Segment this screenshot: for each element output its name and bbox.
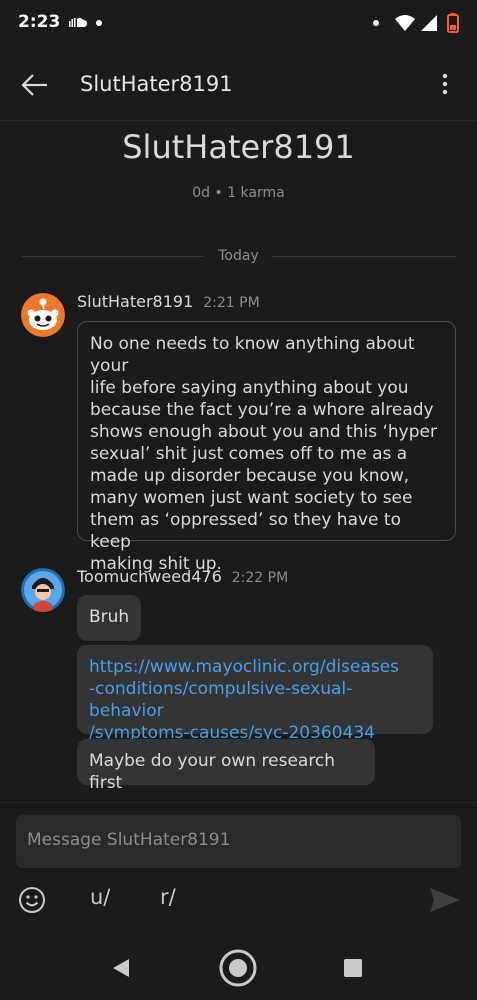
system-nav-bar [0,937,477,1000]
avatar[interactable] [21,293,65,337]
user-avatar-icon [21,568,65,612]
wifi-icon [395,15,415,31]
message-header: Toomuchweed476 2:22 PM [77,567,288,586]
profile-name[interactable]: SlutHater8191 [0,128,477,166]
message-time: 2:21 PM [203,295,260,311]
emoji-icon[interactable] [18,886,46,914]
avatar[interactable] [21,568,65,612]
nav-home-icon[interactable] [218,948,258,988]
soundcloud-icon [69,17,87,27]
message-link-line[interactable]: https://www.mayoclinic.org/diseases [89,656,421,678]
message-text-line: life before saying anything about you [90,378,409,398]
send-icon[interactable] [428,886,462,914]
message-bubble[interactable]: No one needs to know anything about your… [77,321,456,574]
message-text-line: because the fact you’re a whore already [90,400,434,420]
snoo-avatar-icon [21,293,65,337]
notification-dot-icon [96,20,102,26]
message-link-bubble[interactable]: https://www.mayoclinic.org/diseases -con… [77,645,433,743]
profile-meta: 0d • 1 karma [192,185,285,201]
message-time: 2:22 PM [231,570,289,586]
nav-back-icon[interactable] [110,957,132,979]
message-text: Maybe do your own research first [89,751,336,793]
message-bubble[interactable]: Maybe do your own research first [77,739,375,793]
nav-recents-icon[interactable] [343,958,363,978]
subreddit-mention-button[interactable]: r/ [160,885,176,909]
message-author[interactable]: Toomuchweed476 [77,567,222,586]
message-text: Bruh [89,607,130,627]
message-text-line: shows enough about you and this ‘hyper [90,422,437,442]
status-bar: 2:23 [0,0,477,50]
signal-icon [421,15,437,31]
message-text-line: many women just want society to see [90,488,413,508]
notification-dot-icon [373,20,379,26]
user-mention-button[interactable]: u/ [90,885,110,909]
message-header: SlutHater8191 2:21 PM [77,292,260,311]
message-input[interactable]: Message SlutHater8191 [16,815,461,868]
message-text-line: No one needs to know anything about your [90,334,415,376]
back-arrow-icon[interactable] [20,70,50,100]
message-text-line: made up disorder because you know, [90,466,410,486]
message-bubble[interactable]: Bruh [77,595,141,641]
message-link-line[interactable]: -conditions/compulsive-sexual-behavior [89,678,421,722]
message-text-line: sexual’ shit just comes off to me as a [90,444,408,464]
more-options-icon[interactable] [438,72,452,96]
message-author[interactable]: SlutHater8191 [77,292,193,311]
app-bar: SlutHater8191 [0,50,477,121]
date-divider-label: Today [208,248,269,264]
message-text-line: them as ‘oppressed’ so they have to keep [90,510,401,552]
date-divider: Today [0,248,477,264]
chat-title: SlutHater8191 [80,72,233,96]
status-time: 2:23 [18,12,61,32]
battery-icon [447,13,459,33]
